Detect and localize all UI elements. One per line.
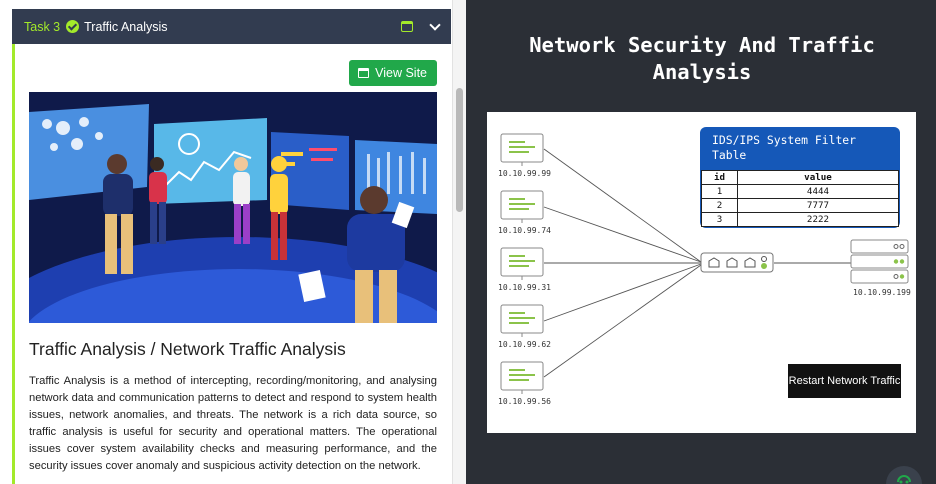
article-title: Traffic Analysis / Network Traffic Analy… [29,339,346,359]
view-site-label: View Site [375,66,427,80]
task-body: View Site Traffic Analysis / Network Tra… [12,44,451,484]
server-icon[interactable]: 10.10.99.199 [850,239,911,297]
link-line [543,264,702,378]
table-row: 3 2222 [701,212,899,227]
task-panel: Task 3 Traffic Analysis View Site Traffi… [0,0,466,484]
filter-table: id value 1 4444 2 7777 3 2222 [701,170,899,227]
link-line [543,263,702,322]
view-site-button[interactable]: View Site [349,60,437,86]
host-node[interactable]: 10.10.99.31 [498,247,551,292]
network-diagram: 10.10.99.99 10.10.99.74 10.10.99.31 10.1… [487,112,916,433]
scrollbar-thumb[interactable] [456,88,463,212]
task-number: Task 3 [24,19,61,34]
hero-illustration [29,92,437,323]
chevron-down-icon[interactable] [429,18,441,31]
table-cell: 4444 [737,184,899,199]
task-scrollbar[interactable] [452,0,466,484]
host-ip-label: 10.10.99.62 [498,340,551,349]
host-node[interactable]: 10.10.99.99 [498,133,551,178]
lab-title-line1: Network Security And Traffic [529,33,875,57]
column-header: value [737,170,899,185]
host-node[interactable]: 10.10.99.56 [498,361,551,406]
switch-icon[interactable] [700,252,774,273]
table-header-row: id value [701,170,899,185]
table-row: 2 7777 [701,198,899,213]
chat-bot-icon[interactable] [886,466,922,484]
table-cell: 3 [701,212,738,227]
header-actions [401,18,441,32]
column-header: id [701,170,738,185]
article-body: Traffic Analysis is a method of intercep… [29,375,437,472]
table-cell: 2 [701,198,738,213]
host-node[interactable]: 10.10.99.62 [498,304,551,349]
table-row: 1 4444 [701,184,899,199]
lab-title-line2: Analysis [652,60,752,84]
host-node[interactable]: 10.10.99.74 [498,190,551,235]
app-root: Task 3 Traffic Analysis View Site Traffi… [0,0,936,484]
lab-title: Network Security And Traffic Analysis [468,32,936,86]
host-ip-label: 10.10.99.56 [498,397,551,406]
table-cell: 2222 [737,212,899,227]
task-header[interactable]: Task 3 Traffic Analysis [12,9,451,44]
link-line [543,148,702,263]
table-cell: 7777 [737,198,899,213]
ids-filter-title: IDS/IPS System Filter Table [712,133,857,162]
host-ip-label: 10.10.99.99 [498,169,551,178]
table-cell: 1 [701,184,738,199]
window-icon [358,68,370,78]
server-ip-label: 10.10.99.199 [853,288,911,297]
check-circle-icon [66,20,80,33]
host-ip-label: 10.10.99.74 [498,226,551,235]
task-title: Traffic Analysis [84,19,168,34]
host-ip-label: 10.10.99.31 [498,283,551,292]
restart-traffic-button[interactable]: Restart Network Traffic [788,364,901,398]
link-line [543,206,702,263]
ids-filter-panel: IDS/IPS System Filter Table id value 1 4… [700,127,900,228]
calendar-icon[interactable] [401,21,413,32]
